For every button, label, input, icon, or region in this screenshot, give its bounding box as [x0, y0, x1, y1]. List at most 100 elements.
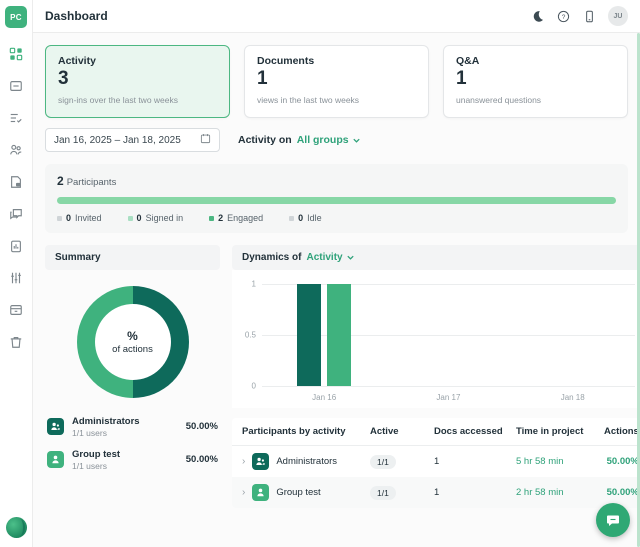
- dynamics-title: Dynamics of: [242, 252, 301, 263]
- table-header: Participants by activity Active Docs acc…: [232, 418, 640, 446]
- help-icon[interactable]: ?: [556, 9, 570, 23]
- summary-legend-administrators[interactable]: Administrators 1/1 users 50.00%: [47, 416, 218, 438]
- documents-icon[interactable]: [9, 78, 24, 93]
- col-time: Time in project: [516, 426, 604, 437]
- settings-sliders-icon[interactable]: [9, 270, 24, 285]
- date-range-value: Jan 16, 2025 – Jan 18, 2025: [54, 135, 181, 146]
- row-name: Administrators: [276, 456, 337, 467]
- group-filter-dropdown[interactable]: All groups: [297, 134, 361, 146]
- bar-group-jan-17: [386, 284, 510, 386]
- page-title: Dashboard: [45, 9, 108, 23]
- calendar-icon[interactable]: [200, 133, 211, 147]
- group-admins-icon: [47, 418, 64, 435]
- group-filter-value: All groups: [297, 134, 349, 146]
- moon-icon[interactable]: [530, 9, 544, 23]
- y-tick: 1: [238, 280, 256, 289]
- donut-center-percent: %: [127, 329, 138, 343]
- card-label: Q&A: [456, 55, 615, 67]
- checklist-icon[interactable]: [9, 110, 24, 125]
- summary-legend-group-test[interactable]: Group test 1/1 users 50.00%: [47, 449, 218, 471]
- group-test-icon: [47, 451, 64, 468]
- qa-chat-icon[interactable]: [9, 206, 24, 221]
- actions-donut-chart: % of actions: [77, 286, 189, 398]
- dashboard-icon[interactable]: [9, 46, 24, 61]
- chat-button[interactable]: [596, 503, 630, 537]
- card-value: 3: [58, 68, 217, 90]
- x-tick: Jan 17: [386, 393, 510, 402]
- expand-chevron-icon[interactable]: ›: [242, 487, 245, 498]
- legend-swatch: [128, 216, 133, 221]
- legend-swatch: [209, 216, 214, 221]
- stat-cards: Activity 3 sign-ins over the last two we…: [45, 45, 628, 118]
- svg-text:?: ?: [561, 13, 565, 20]
- participants-count-label: Participants: [67, 177, 117, 188]
- table-row-group-test[interactable]: › Group test 1/1 1 2 hr 58 min 50.00%: [232, 477, 640, 508]
- participants-legend: 0Invited 0Signed in 2Engaged 0Idle: [57, 213, 616, 223]
- actions-percent: 50.00%: [604, 487, 639, 498]
- group-name: Group test: [72, 449, 120, 461]
- group-percent: 50.00%: [186, 421, 218, 432]
- participants-count-value: 2: [57, 174, 64, 188]
- activity-on-label: Activity on: [238, 134, 292, 146]
- bar-group-test: [327, 284, 351, 386]
- group-admins-icon: [252, 453, 269, 470]
- dynamics-bar-chart: 1 0.5 0 Jan 16 Jan 17 Jan 18: [232, 270, 640, 408]
- sidebar: PC: [0, 0, 33, 547]
- y-tick: 0: [238, 382, 256, 391]
- chevron-down-icon: [346, 253, 355, 262]
- legend-idle: 0Idle: [289, 213, 322, 223]
- expand-chevron-icon[interactable]: ›: [242, 456, 245, 467]
- stat-card-qa[interactable]: Q&A 1 unanswered questions: [443, 45, 628, 118]
- dynamics-metric-dropdown[interactable]: Activity: [306, 252, 354, 263]
- user-avatar[interactable]: JU: [608, 6, 628, 26]
- trash-icon[interactable]: [9, 334, 24, 349]
- mobile-icon[interactable]: [582, 9, 596, 23]
- card-label: Documents: [257, 55, 416, 67]
- card-caption: sign-ins over the last two weeks: [58, 95, 217, 105]
- card-caption: views in the last two weeks: [257, 95, 416, 105]
- gridline: [262, 386, 635, 387]
- x-axis-labels: Jan 16 Jan 17 Jan 18: [262, 393, 635, 402]
- donut-center: % of actions: [95, 304, 171, 380]
- dynamics-bars: [262, 284, 635, 386]
- group-test-icon: [252, 484, 269, 501]
- group-name: Administrators: [72, 416, 140, 428]
- active-badge: 1/1: [370, 455, 396, 469]
- report-clipboard-icon[interactable]: [9, 238, 24, 253]
- main-content: Activity 3 sign-ins over the last two we…: [33, 33, 640, 547]
- app-logo[interactable]: PC: [5, 6, 27, 28]
- participants-table: Participants by activity Active Docs acc…: [232, 418, 640, 508]
- legend-engaged: 2Engaged: [209, 213, 263, 223]
- legend-signed-in: 0Signed in: [128, 213, 184, 223]
- company-logo: [6, 517, 27, 538]
- summary-panel: Summary % of actions Administrators 1/1 …: [45, 245, 220, 482]
- docs-accessed: 1: [434, 456, 516, 467]
- x-tick: Jan 16: [262, 393, 386, 402]
- summary-title: Summary: [55, 252, 101, 263]
- participants-count: 2Participants: [57, 174, 616, 188]
- stat-card-activity[interactable]: Activity 3 sign-ins over the last two we…: [45, 45, 230, 118]
- stat-card-documents[interactable]: Documents 1 views in the last two weeks: [244, 45, 429, 118]
- date-range-picker[interactable]: Jan 16, 2025 – Jan 18, 2025: [45, 128, 220, 152]
- dynamics-metric-value: Activity: [306, 252, 342, 263]
- col-actions: Actions: [604, 426, 639, 437]
- active-badge: 1/1: [370, 486, 396, 500]
- users-icon[interactable]: [9, 142, 24, 157]
- secure-document-icon[interactable]: [9, 174, 24, 189]
- col-participants: Participants by activity: [242, 426, 370, 437]
- chat-icon: [605, 512, 621, 528]
- archive-icon[interactable]: [9, 302, 24, 317]
- card-caption: unanswered questions: [456, 95, 615, 105]
- col-active: Active: [370, 426, 434, 437]
- bar-group-jan-18: [511, 284, 635, 386]
- chevron-down-icon: [352, 136, 361, 145]
- docs-accessed: 1: [434, 487, 516, 498]
- dynamics-panel: Dynamics of Activity 1 0.5 0: [232, 245, 640, 408]
- y-tick: 0.5: [238, 331, 256, 340]
- row-name: Group test: [276, 487, 320, 498]
- table-row-administrators[interactable]: › Administrators 1/1 1 5 hr 58 min 50.00…: [232, 446, 640, 477]
- legend-invited: 0Invited: [57, 213, 102, 223]
- card-label: Activity: [58, 55, 217, 67]
- topbar: Dashboard ? JU: [33, 0, 640, 33]
- time-in-project: 5 hr 58 min: [516, 456, 604, 467]
